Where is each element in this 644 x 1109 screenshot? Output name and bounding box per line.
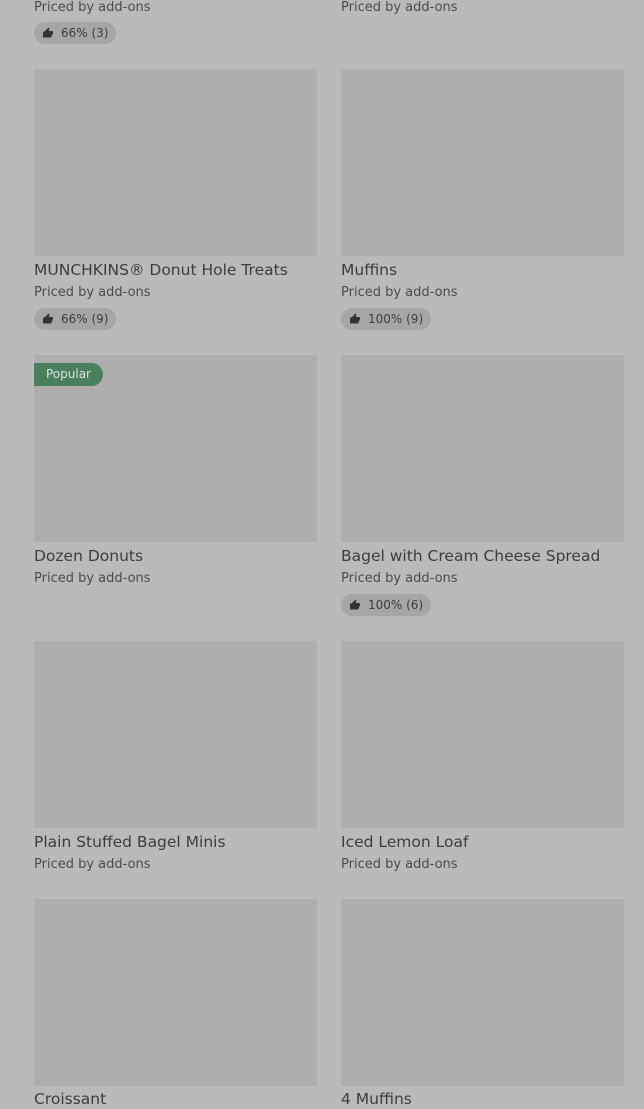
menu-item-image[interactable]	[34, 641, 317, 828]
menu-item-price: Priced by add-ons	[341, 571, 458, 586]
rating-text: 100% (9)	[368, 312, 424, 326]
menu-item-price: Priced by add-ons	[341, 857, 458, 872]
menu-item-image[interactable]	[341, 899, 624, 1086]
menu-item-title: Iced Lemon Loaf	[341, 833, 469, 851]
menu-item-card[interactable]: Croissant	[34, 899, 317, 1108]
thumbs-up-icon	[350, 599, 360, 610]
menu-item-price: Priced by add-ons	[34, 857, 151, 872]
rating-text: 66% (3)	[61, 26, 109, 40]
menu-item-title: Muffins	[341, 261, 398, 279]
rating-pill: 66% (3)	[34, 22, 117, 44]
rating-text: 100% (6)	[368, 598, 424, 612]
menu-item-image[interactable]	[341, 641, 624, 828]
menu-item-image[interactable]	[341, 69, 624, 256]
menu-item-price: Priced by add-ons	[341, 285, 458, 300]
menu-item-card[interactable]: Plain Stuffed Bagel Minis Priced by add-…	[34, 641, 317, 872]
menu-item-title: Dozen Donuts	[34, 547, 144, 565]
rating-pill: 100% (6)	[341, 594, 432, 616]
menu-item-price: Priced by add-ons	[34, 0, 151, 15]
menu-grid: Priced by add-ons 66% (3) Priced by add-…	[0, 0, 644, 1108]
menu-item-image[interactable]	[341, 355, 624, 542]
popular-badge: Popular	[34, 363, 103, 386]
menu-item-title: MUNCHKINS® Donut Hole Treats	[34, 261, 288, 279]
menu-item-card[interactable]: Bagel with Cream Cheese Spread Priced by…	[341, 355, 624, 616]
menu-item-title: Plain Stuffed Bagel Minis	[34, 833, 226, 851]
thumbs-up-icon	[43, 27, 53, 38]
menu-item-card[interactable]: MUNCHKINS® Donut Hole Treats Priced by a…	[34, 69, 317, 330]
rating-pill: 66% (9)	[34, 308, 117, 330]
menu-item-price: Priced by add-ons	[341, 0, 458, 15]
menu-item-card[interactable]: Muffins Priced by add-ons 100% (9)	[341, 69, 624, 330]
menu-item-card[interactable]: Iced Lemon Loaf Priced by add-ons	[341, 641, 624, 872]
rating-text: 66% (9)	[61, 312, 109, 326]
menu-item-title: Croissant	[34, 1090, 107, 1108]
menu-item-price: Priced by add-ons	[34, 571, 151, 586]
thumbs-up-icon	[43, 313, 53, 324]
menu-item-image[interactable]: Popular	[34, 355, 317, 542]
menu-item-card[interactable]: 4 Muffins	[341, 899, 624, 1108]
menu-item-image[interactable]	[34, 69, 317, 256]
thumbs-up-icon	[350, 313, 360, 324]
menu-item-price: Priced by add-ons	[34, 285, 151, 300]
menu-item-image[interactable]	[34, 899, 317, 1086]
menu-item-card[interactable]: Popular Dozen Donuts Priced by add-ons	[34, 355, 317, 586]
menu-item-title: 4 Muffins	[341, 1090, 412, 1108]
menu-item-title: Bagel with Cream Cheese Spread	[341, 547, 601, 565]
rating-pill: 100% (9)	[341, 308, 432, 330]
